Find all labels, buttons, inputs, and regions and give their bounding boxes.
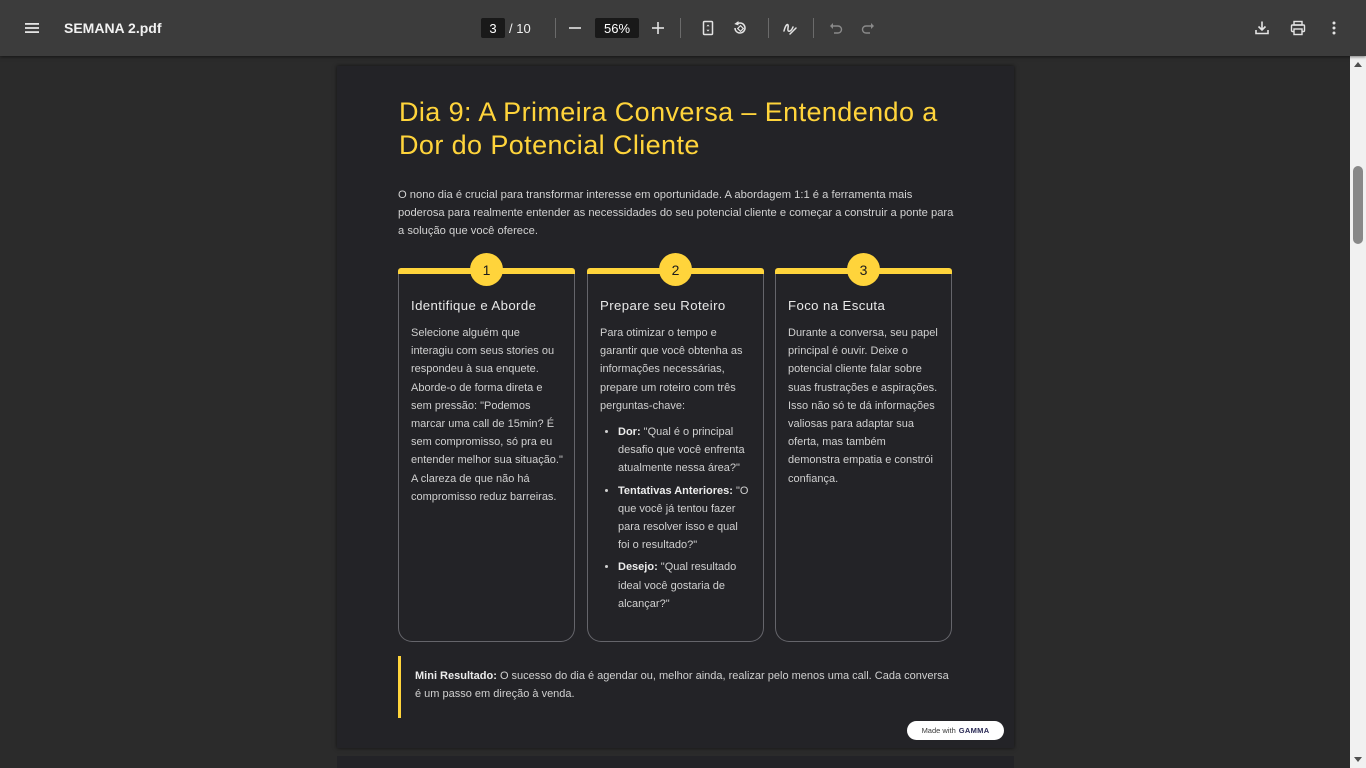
rotate-button[interactable] [724, 12, 756, 44]
list-item: Tentativas Anteriores: "O que você já te… [618, 482, 752, 555]
badge-prefix: Made with [921, 726, 956, 735]
step-number: 3 [847, 253, 880, 286]
card-title: Identifique e Aborde [411, 298, 537, 313]
undo-button[interactable] [820, 12, 852, 44]
list-item: Desejo: "Qual resultado ideal você gosta… [618, 558, 752, 613]
page-total: / 10 [509, 20, 531, 36]
slide-intro: O nono dia é crucial para transformar in… [398, 189, 954, 237]
toolbar-divider [680, 18, 681, 38]
fit-page-icon [702, 20, 714, 36]
draw-button[interactable] [774, 12, 806, 44]
card-title: Prepare seu Roteiro [600, 298, 726, 313]
step-card-1: 1 Identifique e Aborde Selecione alguém … [398, 253, 575, 642]
redo-button[interactable] [852, 12, 884, 44]
download-icon [1255, 21, 1269, 35]
scroll-down-icon[interactable] [1354, 757, 1362, 762]
rotate-icon [734, 21, 746, 34]
draw-icon [783, 23, 797, 35]
zoom-in-button[interactable] [642, 12, 674, 44]
question-list: Dor: "Qual é o principal desafio que voc… [600, 423, 752, 613]
step-card-3: 3 Foco na Escuta Durante a conversa, seu… [775, 253, 952, 642]
zoom-input[interactable]: 56% [595, 18, 639, 38]
list-item-label: Tentativas Anteriores: [618, 484, 733, 497]
list-item-label: Dor: [618, 426, 641, 439]
print-icon [1290, 20, 1306, 36]
more-vertical-icon [1332, 21, 1336, 35]
next-pdf-page [337, 756, 1014, 768]
minus-icon [569, 27, 581, 29]
file-name: SEMANA 2.pdf [64, 20, 162, 36]
pdf-toolbar: SEMANA 2.pdf 3 / 10 56% [0, 0, 1366, 56]
step-number: 1 [470, 253, 503, 286]
print-button[interactable] [1282, 12, 1314, 44]
card-body: Durante a conversa, seu papel principal … [788, 327, 938, 485]
callout-text: Mini Resultado: O sucesso do dia é agend… [415, 667, 955, 703]
card-body-container: Para otimizar o tempo e garantir que voc… [600, 324, 752, 617]
undo-icon [830, 23, 843, 34]
plus-icon [652, 22, 664, 34]
card-title: Foco na Escuta [788, 298, 886, 313]
slide-title: Dia 9: A Primeira Conversa – Entendendo … [399, 97, 938, 160]
hamburger-menu-icon[interactable] [16, 12, 48, 44]
scroll-up-icon[interactable] [1354, 62, 1362, 67]
fit-page-button[interactable] [692, 12, 724, 44]
list-item-label: Desejo: [618, 561, 658, 574]
page-number-input[interactable]: 3 [481, 18, 505, 38]
toolbar-divider [768, 18, 769, 38]
made-with-gamma-badge[interactable]: Made with GAMMA [907, 721, 1004, 740]
zoom-out-button[interactable] [559, 12, 591, 44]
badge-brand: GAMMA [958, 726, 990, 735]
pdf-viewer[interactable]: Dia 9: A Primeira Conversa – Entendendo … [0, 56, 1350, 768]
mini-result-callout: Mini Resultado: O sucesso do dia é agend… [398, 656, 958, 718]
callout-label: Mini Resultado: [415, 670, 497, 682]
list-item: Dor: "Qual é o principal desafio que voc… [618, 423, 752, 478]
card-body: Selecione alguém que interagiu com seus … [411, 327, 563, 503]
scrollbar-thumb[interactable] [1353, 166, 1363, 244]
redo-icon [861, 23, 874, 34]
toolbar-divider [813, 18, 814, 38]
download-button[interactable] [1246, 12, 1278, 44]
step-number: 2 [659, 253, 692, 286]
pdf-page: Dia 9: A Primeira Conversa – Entendendo … [337, 66, 1014, 748]
toolbar-divider [555, 18, 556, 38]
card-body: Para otimizar o tempo e garantir que voc… [600, 327, 743, 412]
step-card-2: 2 Prepare seu Roteiro Para otimizar o te… [587, 253, 764, 642]
more-options-button[interactable] [1318, 12, 1350, 44]
vertical-scrollbar[interactable] [1350, 56, 1366, 768]
